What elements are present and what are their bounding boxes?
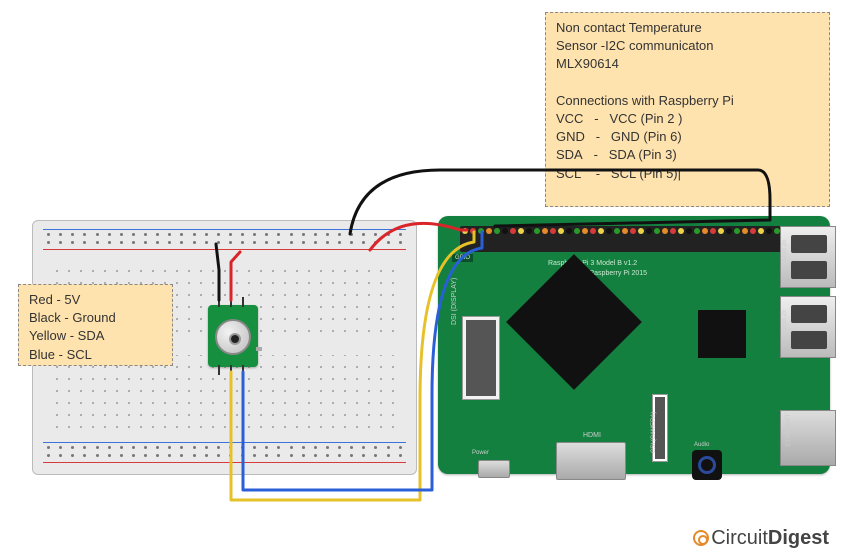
ethernet-port: ETHERNET — [780, 410, 836, 466]
usb-port-bottom: USB 2x — [780, 296, 836, 358]
sensor-can-icon — [215, 319, 251, 355]
note-conn-row: VCC - VCC (Pin 2 ) — [556, 110, 819, 128]
hdmi-port: HDMI — [556, 442, 626, 480]
mlx90614-sensor — [208, 305, 258, 367]
note-conn-row: SCL - SCL (Pin 5)| — [556, 165, 819, 183]
power-label: Power — [472, 450, 489, 456]
legend-line: Yellow - SDA — [29, 327, 162, 345]
note-line: Sensor -I2C communicaton — [556, 37, 819, 55]
watermark: CircuitDigest — [693, 527, 829, 550]
legend-line: Black - Ground — [29, 309, 162, 327]
logo-icon — [693, 530, 709, 546]
note-wire-legend: Red - 5V Black - Ground Yellow - SDA Blu… — [18, 284, 173, 366]
note-conn-row: GND - GND (Pin 6) — [556, 128, 819, 146]
note-sensor-info: Non contact Temperature Sensor -I2C comm… — [545, 12, 830, 207]
usb-port-top: USB 2x — [780, 226, 836, 288]
legend-line: Red - 5V — [29, 291, 162, 309]
note-line: Non contact Temperature — [556, 19, 819, 37]
ram-chip-icon — [698, 310, 746, 358]
csi-connector: CSI (CAMERA) — [652, 394, 668, 462]
raspberry-pi-board: GPIO Raspberry Pi 3 Model B v1.2 © Raspb… — [438, 216, 830, 474]
dsi-connector: DSI (DISPLAY) — [462, 316, 500, 400]
wiring-diagram: Non contact Temperature Sensor -I2C comm… — [0, 0, 847, 560]
audio-jack: Audio — [692, 450, 722, 480]
gpio-header — [460, 226, 790, 252]
gpio-label: GPIO — [452, 254, 473, 262]
legend-line: Blue - SCL — [29, 346, 162, 364]
note-conn-title: Connections with Raspberry Pi — [556, 92, 819, 110]
micro-usb-power — [478, 460, 510, 478]
note-line: MLX90614 — [556, 55, 819, 73]
note-conn-row: SDA - SDA (Pin 3) — [556, 146, 819, 164]
